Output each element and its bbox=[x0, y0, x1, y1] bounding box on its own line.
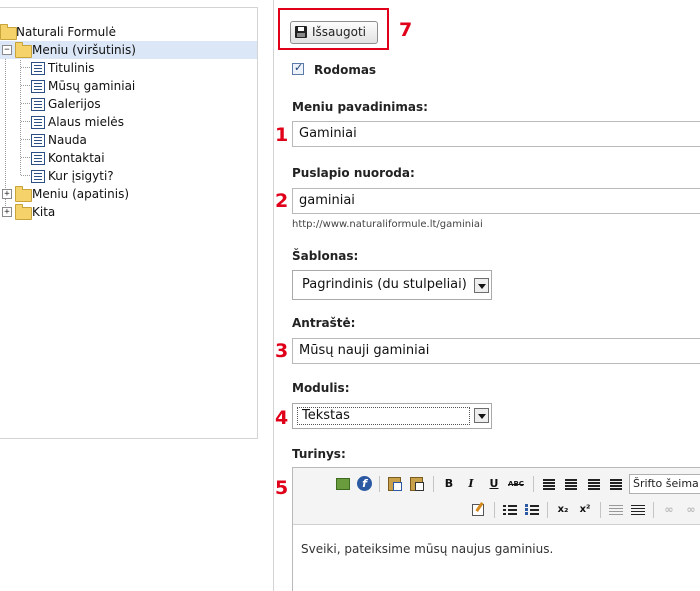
template-select-value: Pagrindinis (du stulpeliai) bbox=[302, 277, 467, 292]
chevron-down-icon[interactable] bbox=[474, 408, 489, 423]
tree-item-label: Kontaktai bbox=[48, 151, 105, 165]
tree-node-label: Naturali Formulė bbox=[16, 25, 116, 39]
tree-node-menu-bottom[interactable]: + Meniu (apatinis) bbox=[0, 185, 257, 203]
page-edit-form: Išsaugoti 7 ✓ Rodomas Meniu pavadinimas:… bbox=[273, 0, 700, 591]
module-select-value: Tekstas bbox=[302, 408, 350, 423]
folder-icon bbox=[0, 24, 17, 40]
link-icon[interactable]: ∞ bbox=[661, 502, 677, 518]
annotation-3: 3 bbox=[275, 340, 289, 362]
annotation-1: 1 bbox=[275, 124, 289, 146]
tree-node-label: Meniu (apatinis) bbox=[32, 187, 130, 201]
tree-item-label: Kur įsigyti? bbox=[48, 169, 114, 183]
expand-icon[interactable]: + bbox=[2, 207, 12, 217]
tree-node-label: Kita bbox=[32, 205, 56, 219]
page-icon bbox=[31, 152, 45, 165]
tree-item-alaus-mieles[interactable]: Alaus mielės bbox=[0, 113, 257, 131]
menu-name-input[interactable]: Gaminiai bbox=[292, 121, 700, 147]
collapse-icon[interactable]: − bbox=[2, 45, 12, 55]
page-icon bbox=[31, 80, 45, 93]
toolbar-separator bbox=[433, 476, 434, 492]
chevron-down-icon[interactable] bbox=[474, 278, 489, 293]
tree-item-kontaktai[interactable]: Kontaktai bbox=[0, 149, 257, 167]
floppy-disk-icon bbox=[295, 26, 307, 38]
tree-item-label: Galerijos bbox=[48, 97, 101, 111]
content-label: Turinys: bbox=[292, 447, 346, 461]
save-button[interactable]: Išsaugoti bbox=[290, 21, 378, 44]
page-icon bbox=[31, 98, 45, 111]
tree-item-label: Mūsų gaminiai bbox=[48, 79, 136, 93]
save-button-label: Išsaugoti bbox=[312, 25, 366, 39]
bullet-list-icon[interactable] bbox=[502, 502, 518, 518]
toolbar-separator bbox=[547, 502, 548, 518]
strikethrough-button[interactable]: ABC bbox=[507, 476, 525, 492]
tree-item-label: Titulinis bbox=[48, 61, 95, 75]
align-center-icon[interactable] bbox=[563, 476, 579, 492]
annotation-5: 5 bbox=[275, 477, 289, 499]
checkmark-icon: ✓ bbox=[294, 61, 304, 74]
numbered-list-icon[interactable] bbox=[524, 502, 540, 518]
annotation-7: 7 bbox=[399, 19, 413, 41]
unlink-icon[interactable]: ∞ bbox=[683, 502, 699, 518]
editor-toolbar: f B I U ABC Šrifto šeima x₂ x² ∞ ∞ bbox=[293, 468, 700, 525]
tree-item-nauda[interactable]: Nauda bbox=[0, 131, 257, 149]
indent-icon[interactable] bbox=[630, 502, 646, 518]
toolbar-separator bbox=[494, 502, 495, 518]
module-select[interactable]: Tekstas bbox=[292, 403, 492, 429]
underline-button[interactable]: U bbox=[486, 476, 502, 492]
menu-name-label: Meniu pavadinimas: bbox=[292, 100, 428, 114]
paste-text-icon[interactable] bbox=[409, 476, 425, 492]
page-tree-panel: Naturali Formulė − Meniu (viršutinis) Ti… bbox=[0, 7, 258, 439]
page-icon bbox=[31, 170, 45, 183]
page-icon bbox=[31, 116, 45, 129]
flash-icon[interactable]: f bbox=[357, 476, 373, 492]
rich-text-editor: f B I U ABC Šrifto šeima x₂ x² ∞ ∞ Sveik… bbox=[292, 467, 700, 591]
expand-icon[interactable]: + bbox=[2, 189, 12, 199]
annotation-2: 2 bbox=[275, 190, 289, 212]
folder-icon bbox=[15, 186, 32, 202]
toolbar-separator bbox=[533, 476, 534, 492]
image-icon[interactable] bbox=[335, 476, 351, 492]
toolbar-separator bbox=[653, 502, 654, 518]
page-icon bbox=[31, 134, 45, 147]
align-left-icon[interactable] bbox=[541, 476, 557, 492]
module-label: Modulis: bbox=[292, 381, 350, 395]
page-link-input[interactable]: gaminiai bbox=[292, 188, 700, 214]
annotation-4: 4 bbox=[275, 407, 289, 429]
visible-checkbox[interactable]: ✓ bbox=[292, 61, 304, 75]
visible-label: Rodomas bbox=[314, 63, 377, 77]
tree-item-kur-isigyti[interactable]: Kur įsigyti? bbox=[0, 167, 257, 185]
folder-icon bbox=[15, 204, 32, 220]
page-link-hint: http://www.naturaliformule.lt/gaminiai bbox=[292, 219, 483, 230]
heading-input[interactable]: Mūsų nauji gaminiai bbox=[292, 338, 700, 364]
font-family-select[interactable]: Šrifto šeima bbox=[629, 474, 700, 494]
tree-node-other[interactable]: + Kita bbox=[0, 203, 257, 221]
align-justify-icon[interactable] bbox=[608, 476, 624, 492]
editor-content[interactable]: Sveiki, pateiksime mūsų naujus gaminius. bbox=[301, 542, 553, 556]
tree-item-label: Alaus mielės bbox=[48, 115, 124, 129]
toolbar-separator bbox=[600, 502, 601, 518]
superscript-button[interactable]: x² bbox=[577, 502, 593, 518]
bold-button[interactable]: B bbox=[441, 476, 457, 492]
page-link-label: Puslapio nuoroda: bbox=[292, 166, 415, 180]
subscript-button[interactable]: x₂ bbox=[555, 502, 571, 518]
tree-node-root[interactable]: Naturali Formulė bbox=[0, 23, 257, 41]
edit-source-icon[interactable] bbox=[471, 502, 487, 518]
heading-label: Antraštė: bbox=[292, 316, 356, 330]
italic-button[interactable]: I bbox=[463, 476, 479, 492]
template-label: Šablonas: bbox=[292, 249, 359, 263]
template-select[interactable]: Pagrindinis (du stulpeliai) bbox=[292, 270, 492, 300]
tree-node-label: Meniu (viršutinis) bbox=[32, 43, 136, 57]
tree-node-menu-top[interactable]: − Meniu (viršutinis) bbox=[0, 41, 257, 59]
toolbar-separator bbox=[379, 476, 380, 492]
align-right-icon[interactable] bbox=[586, 476, 602, 492]
paste-word-icon[interactable] bbox=[387, 476, 403, 492]
page-icon bbox=[31, 62, 45, 75]
tree-item-galerijos[interactable]: Galerijos bbox=[0, 95, 257, 113]
folder-open-icon bbox=[15, 42, 32, 58]
outdent-icon[interactable] bbox=[608, 502, 624, 518]
tree-item-musu-gaminiai[interactable]: Mūsų gaminiai bbox=[0, 77, 257, 95]
tree-item-label: Nauda bbox=[48, 133, 87, 147]
tree-item-titulinis[interactable]: Titulinis bbox=[0, 59, 257, 77]
